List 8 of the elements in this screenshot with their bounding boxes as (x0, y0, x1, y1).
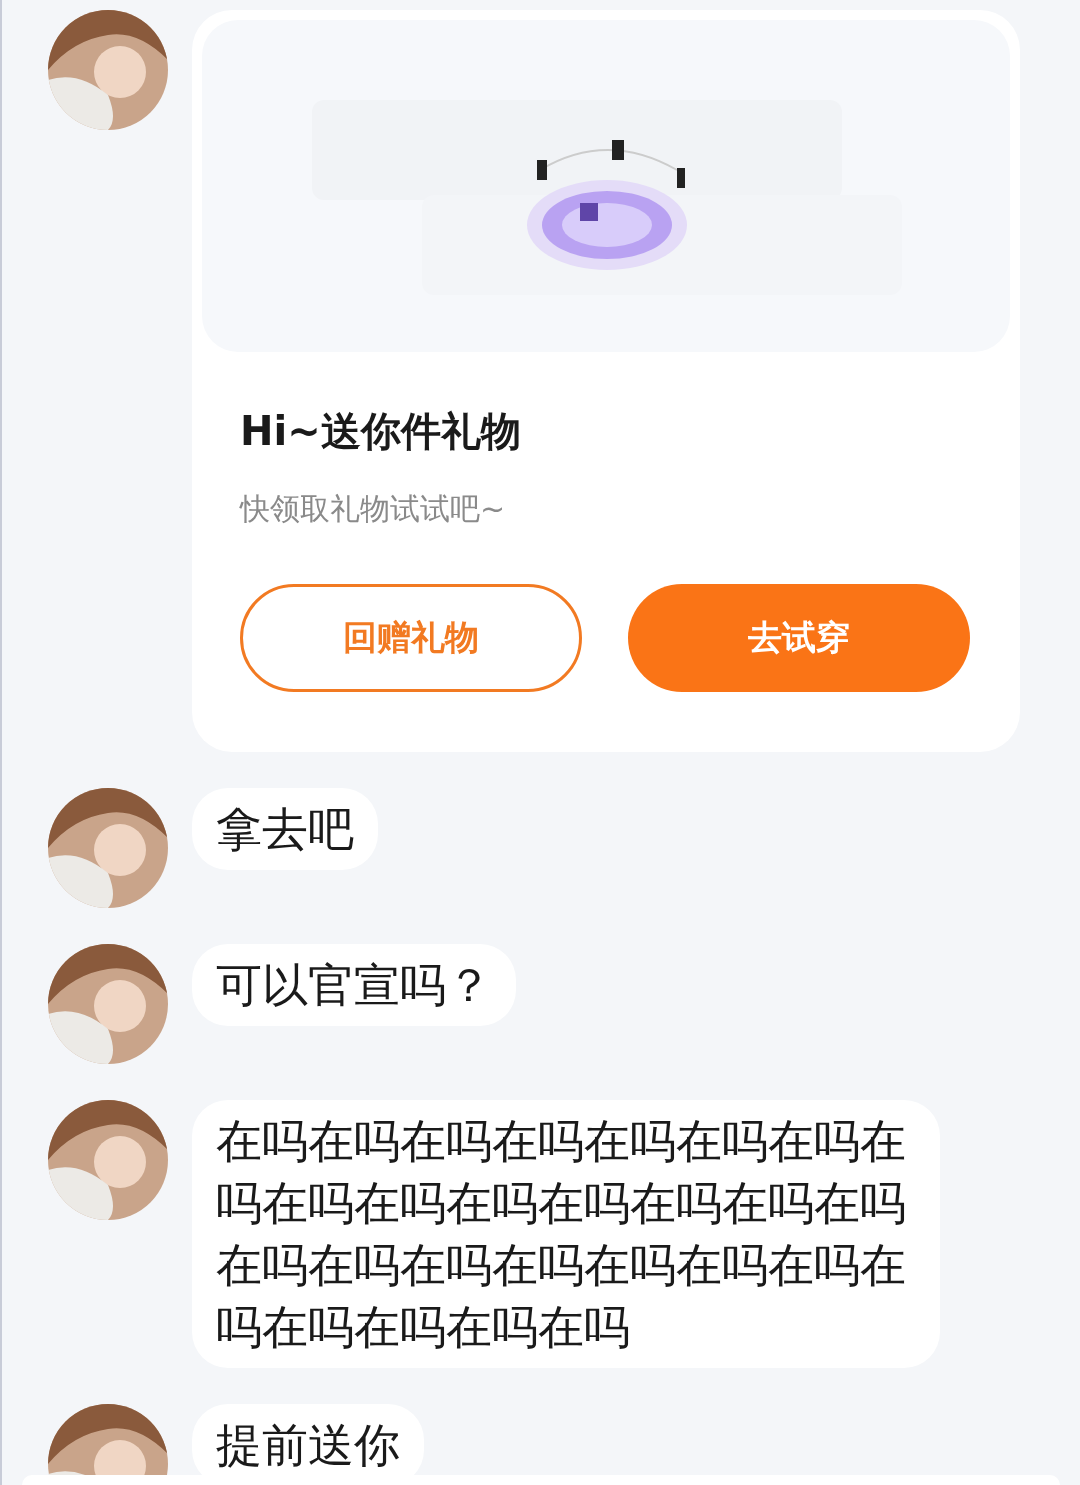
gift-title: Hi~送你件礼物 (240, 407, 522, 456)
message-bubble: 拿去吧 (192, 788, 378, 870)
message-bubble: 在吗在吗在吗在吗在吗在吗在吗在吗在吗在吗在吗在吗在吗在吗在吗在吗在吗在吗在吗在吗在吗在吗在吗在吗在吗在吗在吗 (192, 1100, 940, 1368)
gift-card[interactable]: Hi~送你件礼物 快领取礼物试试吧~ 回赠礼物 去试穿 (192, 10, 1020, 752)
return-gift-button[interactable]: 回赠礼物 (240, 584, 582, 692)
try-on-button[interactable]: 去试穿 (628, 584, 970, 692)
message-bubble: 可以官宣吗？ (192, 944, 516, 1026)
gift-subtitle: 快领取礼物试试吧~ (240, 490, 507, 528)
